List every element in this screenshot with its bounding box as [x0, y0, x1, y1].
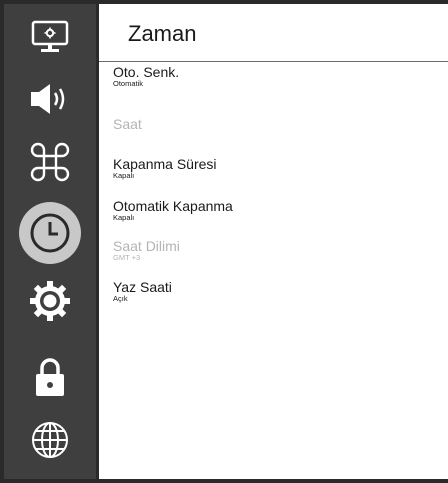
setting-label: Saat Dilimi [113, 238, 180, 254]
setting-auto-sync[interactable]: Oto. Senk. Otomatik [113, 64, 179, 88]
lock-icon [36, 358, 64, 396]
setting-sleep-timer[interactable]: Kapanma Süresi Kapalı [113, 156, 217, 180]
setting-clock: Saat [113, 116, 142, 132]
command-icon [30, 142, 70, 182]
setting-label: Oto. Senk. [113, 64, 180, 80]
clock-icon [19, 202, 81, 264]
sidebar [4, 4, 96, 479]
setting-value: Otomatik [113, 79, 144, 88]
sidebar-item-picture[interactable] [4, 6, 96, 68]
globe-icon [32, 422, 68, 458]
page-title: Zaman [128, 21, 197, 46]
speaker-icon [31, 84, 65, 114]
sidebar-item-time[interactable] [4, 202, 96, 264]
setting-daylight-saving[interactable]: Yaz Saati Açık [113, 279, 172, 303]
setting-value: Açık [113, 294, 128, 303]
setting-time-zone: Saat Dilimi GMT +3 [113, 238, 180, 262]
panel-header: Zaman [99, 4, 448, 62]
sidebar-item-apps[interactable] [4, 131, 96, 193]
setting-label: Otomatik Kapanma [113, 198, 233, 214]
gear-icon [30, 281, 70, 321]
sidebar-item-network[interactable] [4, 409, 96, 471]
setting-value: Kapalı [113, 171, 135, 180]
display-settings-icon [31, 20, 69, 52]
setting-label: Kapanma Süresi [113, 156, 217, 172]
setting-value: Kapalı [113, 213, 135, 222]
setting-value: GMT +3 [113, 253, 141, 262]
setting-label: Yaz Saati [113, 279, 172, 295]
sidebar-item-lock[interactable] [4, 347, 96, 409]
sidebar-item-sound[interactable] [4, 68, 96, 130]
setting-label: Saat [113, 116, 142, 132]
settings-panel: Zaman Oto. Senk. Otomatik Saat Kapanma S… [99, 4, 448, 479]
setting-auto-power-off[interactable]: Otomatik Kapanma Kapalı [113, 198, 233, 222]
sidebar-item-settings[interactable] [4, 270, 96, 332]
